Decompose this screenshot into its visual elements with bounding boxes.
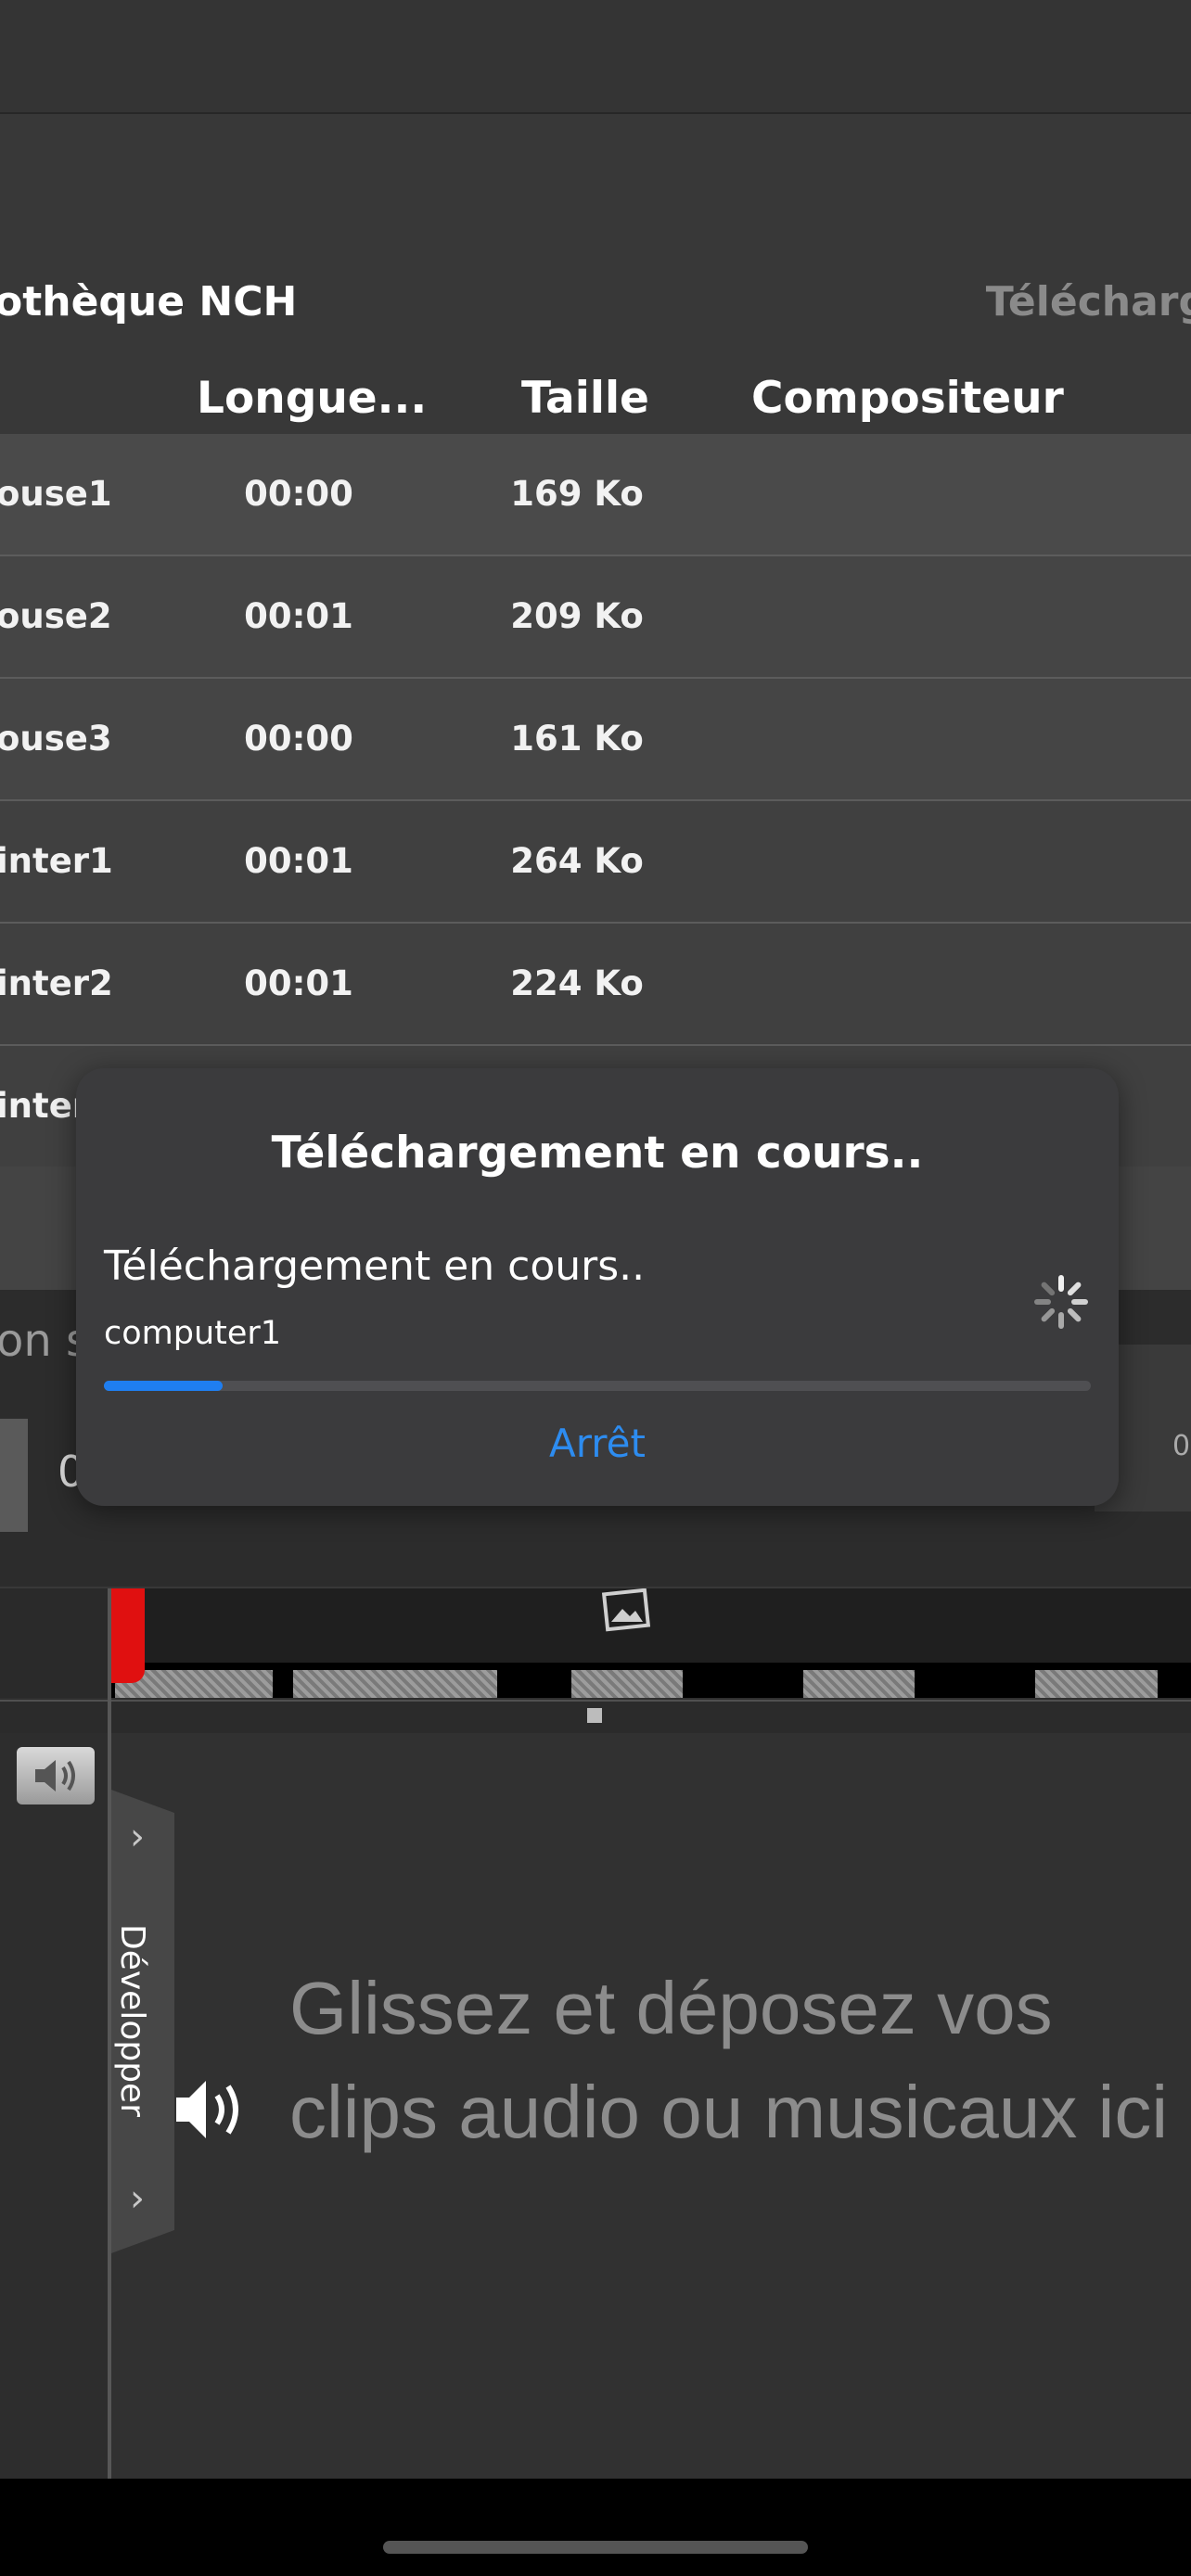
expand-label[interactable]: Développer [113, 1924, 151, 2117]
row-length: 00:01 [244, 963, 353, 1003]
library-title: othèque NCH [0, 278, 298, 325]
row-length: 00:01 [244, 841, 353, 881]
row-length: 00:00 [244, 474, 353, 514]
drop-hint: Glissez et déposez vos clips audio ou mu… [289, 1967, 1169, 2153]
chevron-right-icon: › [130, 2177, 145, 2220]
column-header-length[interactable]: Longue... [197, 373, 427, 424]
audio-track-controls [0, 1733, 108, 2479]
speaker-icon [35, 1760, 75, 1792]
bottom-bar [0, 2479, 1191, 2576]
table-row[interactable]: ouse3 00:00 161 Ko [0, 679, 1191, 801]
timeline-tools[interactable] [0, 1588, 108, 1698]
column-header-composer[interactable]: Compositeur [751, 373, 1064, 424]
row-size: 161 Ko [510, 719, 644, 759]
timeline-clip[interactable] [1035, 1670, 1158, 1698]
table-row[interactable]: ouse2 00:01 209 Ko [0, 556, 1191, 679]
row-name: ouse1 [0, 474, 112, 514]
partial-control[interactable] [0, 1419, 28, 1532]
row-length: 00:00 [244, 719, 353, 759]
row-name: inter1 [0, 841, 113, 881]
stop-button[interactable]: Arrêt [76, 1421, 1119, 1466]
table-row[interactable]: inter2 00:01 224 Ko [0, 924, 1191, 1046]
timeline-clip[interactable] [571, 1670, 683, 1698]
dialog-message: Téléchargement en cours.. [104, 1243, 646, 1290]
partial-right-value: 0 [1172, 1430, 1191, 1462]
row-name: ouse2 [0, 596, 112, 636]
row-size: 209 Ko [510, 596, 644, 636]
row-size: 264 Ko [510, 841, 644, 881]
loading-spinner-icon [1034, 1275, 1088, 1329]
timeline-clip[interactable] [803, 1670, 915, 1698]
row-name: ouse3 [0, 719, 112, 759]
sound-list: ouse1 00:00 169 Ko ouse2 00:01 209 Ko ou… [0, 434, 1191, 1168]
table-row[interactable]: ouse1 00:00 169 Ko [0, 434, 1191, 556]
home-indicator[interactable] [383, 2541, 808, 2554]
table-row[interactable]: inter1 00:01 264 Ko [0, 801, 1191, 924]
video-timeline[interactable] [0, 1588, 1191, 1698]
column-header-size[interactable]: Taille [521, 373, 649, 424]
row-length: 00:01 [244, 596, 353, 636]
playhead[interactable] [108, 1588, 111, 2479]
volume-button[interactable] [17, 1747, 95, 1804]
download-file-name: computer1 [104, 1315, 282, 1352]
timeline-marker[interactable] [109, 1588, 145, 1683]
resize-handle[interactable] [587, 1708, 602, 1723]
chevron-right-icon: › [130, 1816, 145, 1858]
picture-icon[interactable] [598, 1588, 654, 1635]
dialog-title: Téléchargement en cours.. [271, 1128, 924, 1179]
progress-fill [104, 1381, 223, 1391]
timeline-clip[interactable] [293, 1670, 497, 1698]
row-name: inter2 [0, 963, 113, 1003]
download-link[interactable]: Télécharg [986, 278, 1191, 325]
download-dialog: Téléchargement en cours.. Téléchargement… [76, 1068, 1119, 1506]
download-progress [104, 1381, 1091, 1391]
top-bar [0, 0, 1191, 114]
audio-speaker-icon [176, 2081, 238, 2138]
row-size: 169 Ko [510, 474, 644, 514]
row-size: 224 Ko [510, 963, 644, 1003]
